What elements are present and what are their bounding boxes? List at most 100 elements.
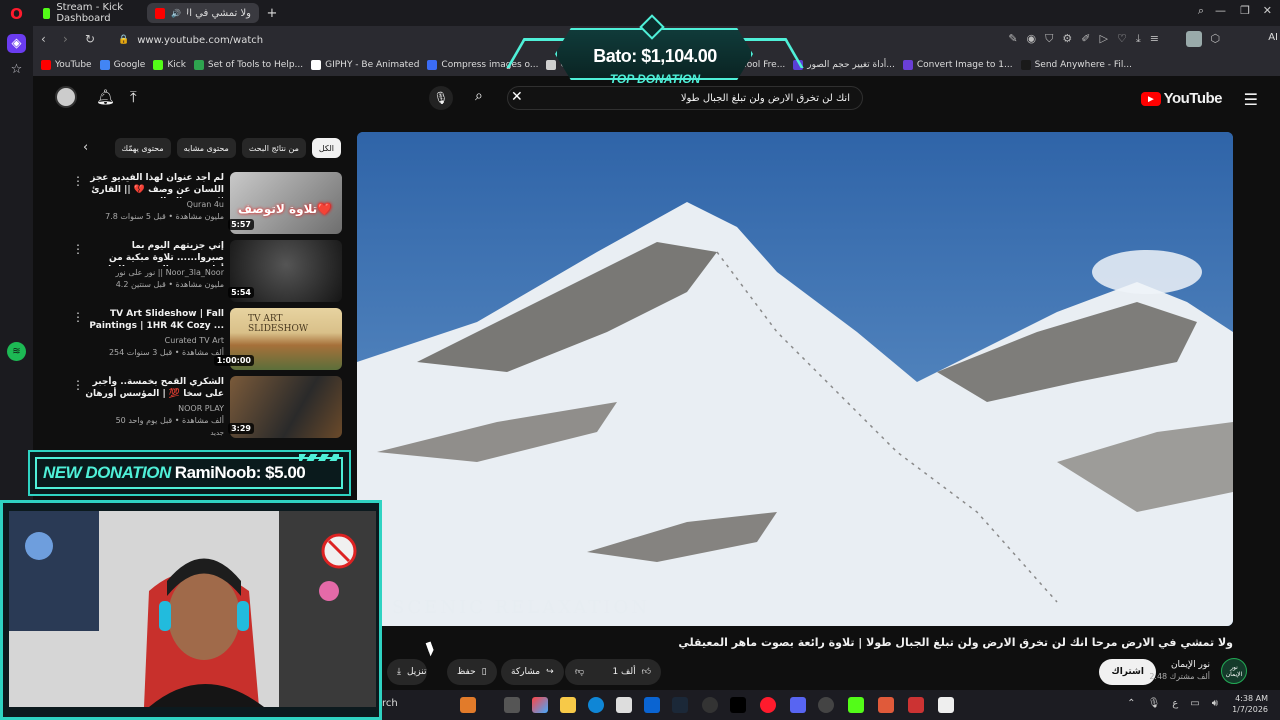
app-icon[interactable] [460,697,476,713]
cube-icon[interactable]: ⬡ [1210,32,1220,46]
channel-name[interactable]: نور الإيمان [1149,660,1210,670]
edit-icon[interactable]: ✎ [1008,32,1017,46]
voice-search-mic-icon[interactable]: 🎙︎ [429,86,453,110]
channel-name[interactable]: Curated TV Art [84,336,224,345]
download-icon[interactable]: ⤓ [1136,32,1141,46]
taskbar-search-text[interactable]: rch [382,698,398,709]
chip-all[interactable]: الكل [311,138,341,158]
video-player[interactable]: SCENIC RELAXATION [357,132,1233,626]
back-button[interactable]: ‹ [41,32,46,46]
tray-chevron-icon[interactable]: ⌃ [1127,698,1135,709]
subscribe-button[interactable]: اشتراك [1099,659,1156,685]
tab-kick-dashboard[interactable]: Stream - Kick Dashboard [35,2,147,24]
shield-icon[interactable]: ⛉ [1045,32,1053,46]
speaker-icon[interactable]: 🔊 [171,9,181,18]
heart-icon[interactable]: ♡ [1117,32,1127,46]
search-tabs-icon[interactable]: ⌕ [1198,4,1204,18]
chip-for-you[interactable]: محتوى يهمّك [114,138,171,158]
spotify-icon[interactable]: ≋ [7,342,26,361]
maximize-button[interactable]: ❐ [1240,4,1250,17]
bookmark-item[interactable]: Kick [153,55,186,75]
opera-taskbar-icon[interactable] [760,697,776,713]
dislike-thumb-icon[interactable]: 👎︎ [575,667,584,677]
recommendation-item[interactable]: 3:29 الشكري القمح بخمسة.. وأجبر على سخا … [67,376,342,440]
app2-icon[interactable] [878,697,894,713]
reload-button[interactable]: ↻ [85,32,95,46]
display-icon[interactable]: ▭ [1190,698,1199,709]
video-title[interactable]: إني جزيتهم اليوم بما صبروا...... تلاوة م… [84,240,224,266]
copilot-icon[interactable] [532,697,548,713]
outlook-icon[interactable] [644,697,660,713]
more-options-icon[interactable]: ⋮ [72,242,84,256]
file-icon[interactable] [504,697,520,713]
bookmark-item[interactable]: Convert Image to 1... [902,55,1013,75]
store-icon[interactable] [616,697,632,713]
download-button[interactable]: ⤓ تنزيل [387,659,427,685]
channel-info[interactable]: نور الإيمان 2.48 ألف مشترك [1149,660,1210,681]
edge-icon[interactable] [588,697,604,713]
bookmark-item[interactable]: Google [99,55,145,75]
channel-name[interactable]: نور على نور || Noor_3la_Noor [84,268,224,277]
tiktok-icon[interactable] [730,697,746,713]
bookmark-item[interactable]: أداة تغيير حجم الصور... [793,55,895,75]
mic-tray-icon[interactable]: 🎙︎ [1148,698,1161,709]
more-options-icon[interactable]: ⋮ [72,378,84,392]
folder-icon[interactable] [560,697,576,713]
channel-name[interactable]: Quran 4u [84,200,224,209]
obs-icon[interactable] [818,697,834,713]
tab-youtube-video[interactable]: 🔊 ولا تمشي في الارض مر [147,3,259,23]
like-count[interactable]: 1 ألف [612,667,635,677]
like-thumb-icon[interactable]: 👍︎ [642,667,651,677]
save-button[interactable]: حفظ ▯ [447,659,497,685]
forward-button[interactable]: › [63,32,68,46]
more-options-icon[interactable]: ⋮ [72,174,84,188]
guide-menu-icon[interactable]: ☰ [1244,90,1258,109]
chip-related[interactable]: محتوى مشابه [176,138,236,158]
taskbar-clock[interactable]: 4:38 AM 1/7/2026 [1232,693,1268,715]
search-query-text: انك لن تخرق الارض ولن تبلغ الجبال طولا [680,92,850,104]
youtube-logo[interactable]: ▶ YouTube [1140,90,1223,107]
camera-icon[interactable]: ◉ [1027,32,1037,46]
clear-search-icon[interactable]: ✕ [511,89,523,105]
create-upload-icon[interactable]: ⤒ [130,88,137,106]
discord-icon[interactable] [790,697,806,713]
minimize-button[interactable]: — [1215,4,1226,17]
aria-ai-button[interactable]: AI [1268,32,1278,43]
notifications-bell-icon[interactable]: 🔔︎ [96,88,115,106]
menu-icon[interactable]: ≡ [1150,32,1159,46]
search-icon[interactable]: ⌕ [475,88,483,104]
video-title[interactable]: لم أجد عنوان لهذا الفيديو عجز اللسان عن … [84,172,224,198]
volume-icon[interactable]: 🔊︎ [1212,698,1218,709]
app4-icon[interactable] [938,697,954,713]
play-icon[interactable]: ▷ [1099,32,1107,46]
account-avatar[interactable] [55,86,77,108]
4k-app-icon[interactable] [702,697,718,713]
recommendation-item[interactable]: تلاوة لاتوصف❤️ 5:57 لم أجد عنوان لهذا ال… [67,172,342,236]
bookmark-item[interactable]: GIPHY - Be Animated [311,55,419,75]
input-language[interactable]: ع [1172,698,1178,709]
channel-name[interactable]: NOOR PLAY [84,404,224,413]
video-title[interactable]: الشكري القمح بخمسة.. وأجبر على سخا 💯 | ا… [84,376,224,402]
more-options-icon[interactable]: ⋮ [72,310,84,324]
bookmark-item[interactable]: YouTube [41,55,92,75]
steam-icon[interactable] [672,697,688,713]
recommendation-item[interactable]: 5:54 إني جزيتهم اليوم بما صبروا...... تل… [67,240,342,304]
pen-icon[interactable]: ✐ [1081,32,1090,46]
opera-logo-icon[interactable]: O [7,4,26,23]
star-icon[interactable]: ☆ [7,60,26,79]
app3-icon[interactable] [908,697,924,713]
channel-avatar[interactable]: نور الإيمان [1221,658,1247,684]
close-window-button[interactable]: ✕ [1263,4,1272,17]
workspace-icon[interactable]: ◈ [7,34,26,53]
recommendation-item[interactable]: TV ART SLIDESHOW 1:00:00 TV Art Slidesho… [67,308,342,372]
chip-from-search[interactable]: من نتائج البحث [241,138,306,158]
kick-taskbar-icon[interactable] [848,697,864,713]
bookmark-item[interactable]: Send Anywhere - Fil... [1020,55,1132,75]
profile-avatar[interactable] [1186,31,1202,47]
new-tab-button[interactable]: + [264,5,280,21]
settings-icon[interactable]: ⚙ [1062,32,1072,46]
video-title[interactable]: TV Art Slideshow | Fall Paintings | 1HR … [84,308,224,334]
share-button[interactable]: مشاركة ↪ [501,659,564,685]
url-field[interactable]: 🔒 www.youtube.com/watch [118,30,538,50]
bookmark-item[interactable]: Set of Tools to Help... [193,55,303,75]
